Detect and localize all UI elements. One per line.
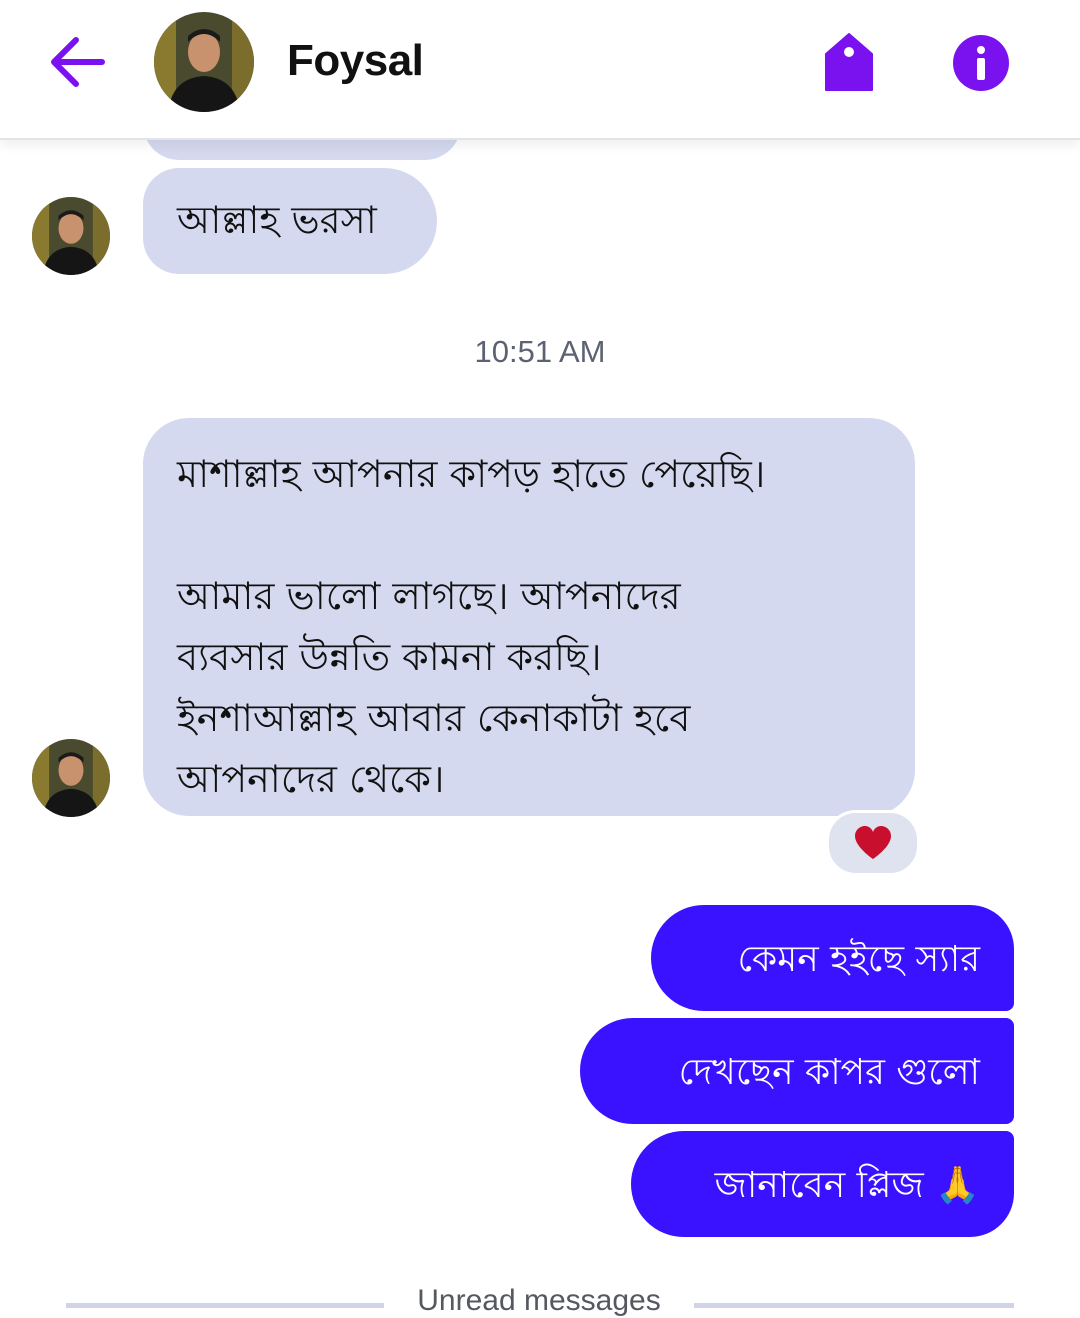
- sender-avatar[interactable]: [32, 197, 110, 275]
- message-bubble-outgoing[interactable]: দেখছেন কাপর গুলো: [580, 1018, 1014, 1124]
- message-bubble-outgoing[interactable]: জানাবেন প্লিজ 🙏: [631, 1131, 1014, 1237]
- tag-button[interactable]: [824, 32, 874, 92]
- message-text: কেমন হইছে স্যার: [737, 939, 980, 980]
- back-button[interactable]: [46, 34, 108, 90]
- message-bubble-incoming[interactable]: মাশাল্লাহ আপনার কাপড় হাতে পেয়েছি। আমার…: [143, 418, 915, 816]
- timestamp: 10:51 AM: [474, 334, 606, 369]
- contact-avatar[interactable]: [154, 12, 254, 112]
- message-text: আল্লাহ ভরসা: [177, 198, 377, 242]
- info-icon: [953, 35, 1009, 91]
- divider-line: [694, 1303, 1014, 1308]
- info-button[interactable]: [952, 34, 1010, 92]
- message-text: দেখছেন কাপর গুলো: [678, 1052, 980, 1093]
- contact-name[interactable]: Foysal: [287, 36, 424, 86]
- chat-header: Foysal: [0, 0, 1080, 140]
- message-bubble-outgoing[interactable]: কেমন হইছে স্যার: [651, 905, 1014, 1011]
- sender-avatar[interactable]: [32, 739, 110, 817]
- unread-messages-label: Unread messages: [417, 1284, 661, 1317]
- divider-line: [66, 1303, 384, 1308]
- message-reaction[interactable]: [826, 810, 920, 876]
- tag-icon: [825, 33, 873, 91]
- message-bubble-incoming[interactable]: আল্লাহ ভরসা: [143, 168, 437, 274]
- arrow-left-icon: [51, 37, 105, 87]
- message-text: মাশাল্লাহ আপনার কাপড় হাতে পেয়েছি। আমার…: [177, 452, 766, 801]
- message-text: জানাবেন প্লিজ 🙏: [714, 1165, 980, 1206]
- heart-icon: [855, 826, 891, 859]
